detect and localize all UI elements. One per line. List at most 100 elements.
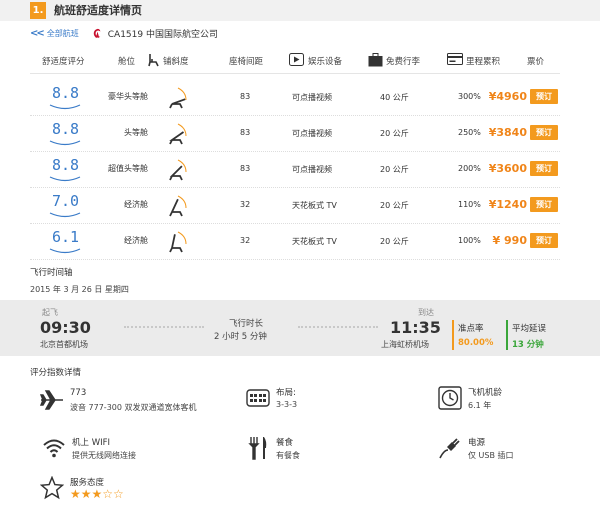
seat-pitch: 32 bbox=[240, 200, 251, 209]
meal-value: 有餐食 bbox=[276, 451, 300, 460]
comfort-table-header: 舒适度评分 舱位 铺斜度 座椅间距 娱乐设备 免费行李 里程累积 票价 bbox=[30, 48, 560, 74]
mileage-percent: 250% bbox=[458, 128, 481, 137]
star-outline-icon bbox=[40, 476, 64, 500]
airplane-icon bbox=[40, 390, 63, 410]
cabin-class: 豪华头等舱 bbox=[108, 92, 148, 101]
breadcrumb: << 全部航班 CA1519 中国国际航空公司 bbox=[30, 24, 218, 42]
score-arc-icon bbox=[49, 104, 81, 110]
power-plug-icon bbox=[439, 438, 460, 459]
free-baggage: 20 公斤 bbox=[380, 201, 409, 210]
entertainment: 可点播视频 bbox=[292, 93, 332, 102]
delay-divider bbox=[506, 320, 508, 350]
comfort-score: 6.1 bbox=[52, 228, 80, 246]
mileage-percent: 100% bbox=[458, 236, 481, 245]
cabin-class: 头等舱 bbox=[124, 128, 148, 137]
cabin-class: 经济舱 bbox=[124, 236, 148, 245]
entertainment: 天花板式 TV bbox=[292, 237, 337, 246]
arrive-label: 到达 bbox=[418, 308, 434, 317]
delay-label: 平均延误 bbox=[512, 324, 547, 334]
book-button[interactable]: 预订 bbox=[530, 233, 558, 248]
aircraft-code: 773 bbox=[70, 388, 87, 398]
comfort-score: 8.8 bbox=[52, 84, 80, 102]
seat-layout-icon bbox=[246, 389, 270, 407]
seat-pitch: 32 bbox=[240, 236, 251, 245]
recline-seat-icon bbox=[169, 231, 187, 253]
header-recline: 铺斜度 bbox=[163, 57, 189, 67]
recline-seat-icon bbox=[169, 159, 187, 181]
comfort-score: 8.8 bbox=[52, 120, 80, 138]
layout-value: 3-3-3 bbox=[276, 400, 298, 409]
service-star-rating: ★★★☆☆ bbox=[70, 487, 124, 501]
free-baggage: 40 公斤 bbox=[380, 93, 409, 102]
seat-pitch: 83 bbox=[240, 164, 251, 173]
airline-logo-icon bbox=[93, 28, 101, 38]
table-row: 6.1 经济舱 32 天花板式 TV 20 公斤 100% ¥ 990 预订 bbox=[30, 224, 560, 260]
age-label: 飞机机龄 bbox=[468, 388, 503, 398]
arrive-airport: 上海虹桥机场 bbox=[381, 340, 429, 349]
header-pitch: 座椅间距 bbox=[229, 57, 264, 67]
ontime-label: 准点率 bbox=[458, 324, 484, 334]
mileage-percent: 200% bbox=[458, 164, 481, 173]
score-arc-icon bbox=[49, 212, 81, 218]
mileage-percent: 300% bbox=[458, 92, 481, 101]
fare-price: ¥3600 bbox=[488, 162, 527, 175]
free-baggage: 20 公斤 bbox=[380, 129, 409, 138]
wifi-value: 提供无线网络连接 bbox=[72, 451, 136, 460]
page-header: 1. 航班舒适度详情页 bbox=[0, 0, 600, 21]
depart-time: 09:30 bbox=[40, 318, 91, 337]
book-button[interactable]: 预订 bbox=[530, 197, 558, 212]
free-baggage: 20 公斤 bbox=[380, 165, 409, 174]
depart-label: 起飞 bbox=[42, 308, 58, 317]
timeline-title: 飞行时间轴 bbox=[30, 268, 73, 278]
seat-icon bbox=[148, 54, 159, 67]
fare-price: ¥3840 bbox=[488, 126, 527, 139]
score-arc-icon bbox=[49, 176, 81, 182]
table-row: 8.8 超值头等舱 83 可点播视频 20 公斤 200% ¥3600 预订 bbox=[30, 152, 560, 188]
flight-duration: 2 小时 5 分钟 bbox=[214, 332, 267, 342]
table-row: 8.8 头等舱 83 可点播视频 20 公斤 250% ¥3840 预订 bbox=[30, 116, 560, 152]
timeline-dots-left bbox=[124, 326, 204, 328]
all-flights-link[interactable]: 全部航班 bbox=[47, 28, 79, 39]
book-button[interactable]: 预订 bbox=[530, 89, 558, 104]
cabin-class: 经济舱 bbox=[124, 200, 148, 209]
table-row: 7.0 经济舱 32 天花板式 TV 20 公斤 110% ¥1240 预订 bbox=[30, 188, 560, 224]
stars-empty: ☆☆ bbox=[102, 487, 124, 501]
layout-label: 布局: bbox=[276, 388, 296, 398]
recline-seat-icon bbox=[169, 87, 187, 109]
score-arc-icon bbox=[49, 140, 81, 146]
flight-airline-name: CA1519 中国国际航空公司 bbox=[107, 29, 218, 40]
wifi-label: 机上 WIFI bbox=[72, 438, 111, 448]
comfort-score: 8.8 bbox=[52, 156, 80, 174]
flight-date: 2015 年 3 月 26 日 星期四 bbox=[30, 285, 129, 294]
clock-icon bbox=[438, 386, 462, 410]
play-video-icon bbox=[289, 53, 304, 66]
recline-seat-icon bbox=[169, 195, 187, 217]
luggage-icon bbox=[368, 53, 383, 67]
mileage-card-icon bbox=[447, 53, 463, 65]
comfort-score: 7.0 bbox=[52, 192, 80, 210]
delay-value: 13 分钟 bbox=[512, 340, 544, 350]
depart-airport: 北京首都机场 bbox=[40, 340, 88, 349]
book-button[interactable]: 预订 bbox=[530, 125, 558, 140]
header-baggage: 免费行李 bbox=[386, 57, 421, 67]
book-button[interactable]: 预订 bbox=[530, 161, 558, 176]
header-cabin: 舱位 bbox=[118, 57, 136, 67]
score-arc-icon bbox=[49, 248, 81, 254]
power-label: 电源 bbox=[468, 438, 486, 448]
entertainment: 可点播视频 bbox=[292, 165, 332, 174]
ontime-divider bbox=[452, 320, 454, 350]
header-fare: 票价 bbox=[527, 57, 545, 67]
seat-pitch: 83 bbox=[240, 92, 251, 101]
meal-label: 餐食 bbox=[276, 438, 294, 448]
timeline-dots-right bbox=[298, 326, 378, 328]
arrive-time: 11:35 bbox=[390, 318, 441, 337]
age-value: 6.1 年 bbox=[468, 401, 492, 410]
double-chevron-left-icon[interactable]: << bbox=[30, 28, 45, 39]
page-title: 航班舒适度详情页 bbox=[54, 4, 142, 17]
fork-knife-icon bbox=[248, 437, 267, 460]
duration-label: 飞行时长 bbox=[228, 319, 263, 329]
table-row: 8.8 豪华头等舱 83 可点播视频 40 公斤 300% ¥4960 预订 bbox=[30, 80, 560, 116]
details-title: 评分指数详情 bbox=[30, 368, 82, 378]
seat-pitch: 83 bbox=[240, 128, 251, 137]
entertainment: 可点播视频 bbox=[292, 129, 332, 138]
